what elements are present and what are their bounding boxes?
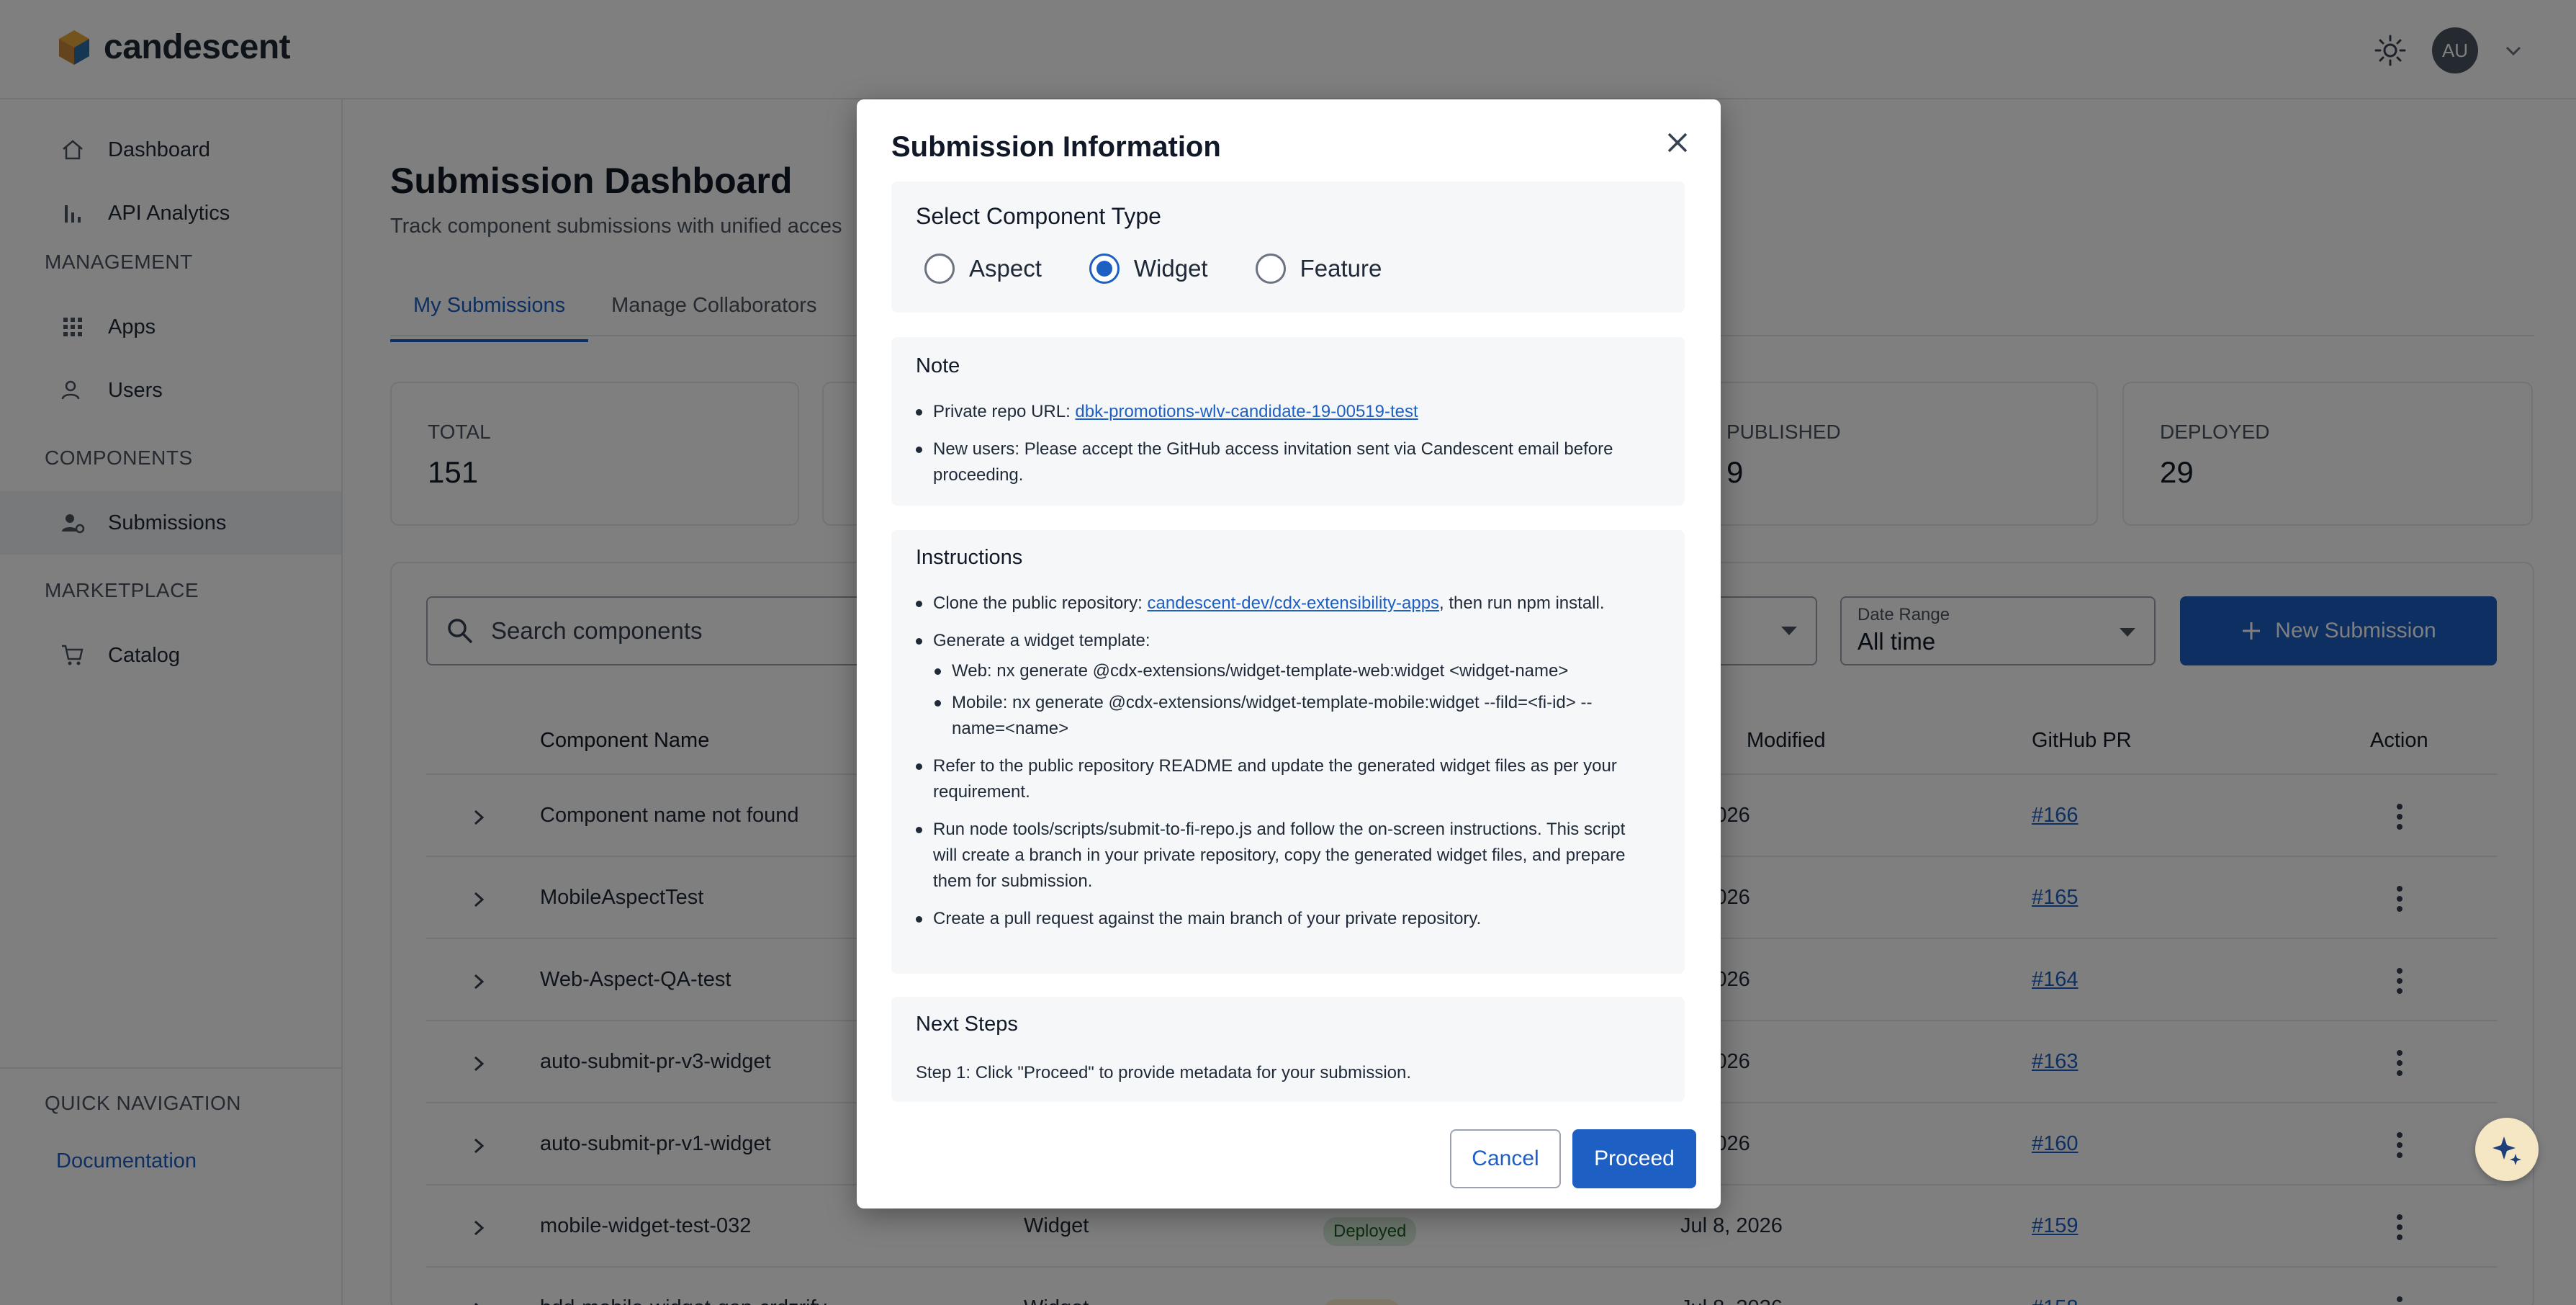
list-item: Web: nx generate @cdx-extensions/widget-…	[933, 658, 1641, 684]
radio-feature[interactable]: Feature	[1255, 254, 1382, 284]
radio-widget[interactable]: Widget	[1089, 254, 1208, 284]
instructions-box: Instructions Clone the public repository…	[891, 530, 1685, 974]
instruction-text: , then run npm install.	[1439, 593, 1605, 613]
radio-aspect[interactable]: Aspect	[924, 254, 1042, 284]
next-step-text: Step 1: Click "Proceed" to provide metad…	[916, 1063, 1412, 1082]
component-type-box: Select Component Type Aspect Widget Feat…	[891, 181, 1685, 313]
radio-label: Feature	[1300, 255, 1382, 282]
radio-button[interactable]	[1255, 254, 1286, 284]
list-item: Generate a widget template: Web: nx gene…	[914, 628, 1641, 742]
list-item: Create a pull request against the main b…	[914, 906, 1641, 932]
next-steps-box: Next Steps Step 1: Click "Proceed" to pr…	[891, 997, 1685, 1102]
private-repo-link[interactable]: dbk-promotions-wlv-candidate-19-00519-te…	[1075, 402, 1418, 421]
list-item: Clone the public repository: candescent-…	[914, 591, 1641, 616]
component-type-radio-group: Aspect Widget Feature	[924, 254, 1429, 284]
cancel-button[interactable]: Cancel	[1450, 1129, 1561, 1188]
sparkle-icon	[2492, 1136, 2521, 1165]
list-item: Private repo URL: dbk-promotions-wlv-can…	[914, 399, 1641, 425]
list-item: New users: Please accept the GitHub acce…	[914, 436, 1641, 488]
submission-info-dialog: Submission Information Select Component …	[857, 99, 1721, 1208]
note-list: Private repo URL: dbk-promotions-wlv-can…	[914, 399, 1641, 500]
radio-label: Aspect	[969, 255, 1042, 282]
list-item: Mobile: nx generate @cdx-extensions/widg…	[933, 690, 1641, 742]
note-box: Note Private repo URL: dbk-promotions-wl…	[891, 337, 1685, 506]
next-steps-heading: Next Steps	[916, 1013, 1018, 1036]
radio-label: Widget	[1133, 255, 1208, 282]
list-item: Refer to the public repository README an…	[914, 753, 1641, 805]
radio-button[interactable]	[1089, 254, 1120, 284]
sub-list: Web: nx generate @cdx-extensions/widget-…	[933, 658, 1641, 742]
list-item: Run node tools/scripts/submit-to-fi-repo…	[914, 817, 1641, 894]
note-heading: Note	[916, 354, 960, 377]
ai-assistant-button[interactable]	[2475, 1118, 2539, 1181]
instructions-heading: Instructions	[916, 546, 1023, 569]
proceed-button[interactable]: Proceed	[1572, 1129, 1696, 1188]
dialog-title: Submission Information	[891, 131, 1221, 163]
public-repo-link[interactable]: candescent-dev/cdx-extensibility-apps	[1148, 593, 1440, 613]
instructions-list: Clone the public repository: candescent-…	[914, 591, 1641, 943]
close-icon[interactable]	[1662, 127, 1693, 158]
instruction-text: Clone the public repository:	[933, 593, 1148, 613]
note-text: Private repo URL:	[933, 402, 1076, 421]
instruction-text: Generate a widget template:	[933, 631, 1150, 650]
select-type-heading: Select Component Type	[916, 203, 1161, 229]
radio-button[interactable]	[924, 254, 955, 284]
